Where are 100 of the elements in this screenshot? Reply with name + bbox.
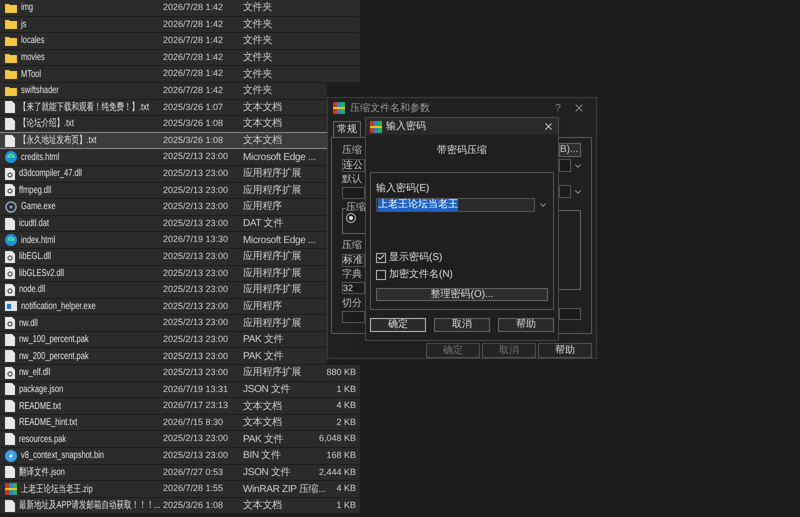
file-row[interactable]: 翻译文件.json 2026/7/27 0:53 JSON 文件 2,444 KB <box>0 464 360 480</box>
file-name: README.txt <box>19 400 62 414</box>
file-date: 2026/7/28 1:42 <box>163 84 224 98</box>
file-date: 2025/2/13 23:00 <box>163 449 230 462</box>
file-name: 【永久地址发布页】.txt <box>19 134 96 148</box>
file-name: libGLESv2.dll <box>19 266 64 281</box>
file-row[interactable]: node.dll 2025/2/13 23:00 应用程序扩展 <box>0 282 327 298</box>
document-icon <box>5 101 15 114</box>
password-field[interactable]: 上老王论坛当老王 <box>376 198 535 212</box>
split-field[interactable] <box>559 308 581 320</box>
file-date: 2026/7/15 8:30 <box>163 416 224 429</box>
file-name: movies <box>21 51 45 66</box>
file-name: nw.dll <box>19 316 38 331</box>
file-row[interactable]: nw_100_percent.pak 2025/2/13 23:00 PAK 文件 <box>0 332 327 348</box>
split-field[interactable] <box>342 311 365 323</box>
radio-button[interactable] <box>346 213 356 223</box>
file-row[interactable]: js 2026/7/28 1:42 文件夹 <box>0 16 360 32</box>
file-date: 2025/2/13 23:00 <box>163 366 230 380</box>
gear-document-icon <box>5 317 15 330</box>
file-row[interactable]: movies 2026/7/28 1:42 文件夹 <box>0 50 360 66</box>
file-name: Game.exe <box>21 200 56 214</box>
file-row[interactable]: README.txt 2026/7/17 23:13 文本文档 4 KB <box>0 398 360 414</box>
file-type: 文件夹 <box>243 68 272 82</box>
archive-name-field[interactable] <box>559 159 571 172</box>
file-row[interactable]: locales 2026/7/28 1:42 文件夹 <box>0 33 360 49</box>
file-size: 6,048 KB <box>318 432 356 446</box>
document-icon <box>5 383 15 396</box>
file-name: nw_200_percent.pak <box>19 350 89 364</box>
file-type: PAK 文件 <box>243 350 284 364</box>
file-row[interactable]: img 2026/7/28 1:42 文件夹 <box>0 0 360 16</box>
gear-document-icon <box>5 366 15 379</box>
file-row[interactable]: 【来了就能下载和观看！纯免费！】.txt 2025/3/26 1:07 文本文档 <box>0 100 327 116</box>
file-row[interactable]: icudtl.dat 2025/2/13 23:00 DAT 文件 <box>0 216 327 232</box>
file-name: icudtl.dat <box>19 217 50 232</box>
file-size: 1 KB <box>336 382 356 396</box>
file-row[interactable]: notification_helper.exe 2025/2/13 23:00 应用程序 <box>0 298 327 314</box>
file-type: 文本文档 <box>243 100 282 115</box>
globe-swirl-icon <box>5 234 17 246</box>
file-type: 文件夹 <box>243 18 272 32</box>
file-type: 文件夹 <box>243 84 272 98</box>
file-row[interactable]: 【永久地址发布页】.txt 2025/3/26 1:08 文本文档 <box>0 132 327 148</box>
dialog-title: 输入密码 <box>386 120 427 134</box>
file-row[interactable]: nw_200_percent.pak 2025/2/13 23:00 PAK 文件 <box>0 348 327 364</box>
file-type: 文本文档 <box>243 134 282 148</box>
document-icon <box>5 134 15 147</box>
file-row[interactable]: 上老王论坛当老王.zip 2026/7/28 1:55 WinRAR ZIP 压缩... 4 KB <box>0 481 360 497</box>
close-icon[interactable] <box>573 102 585 114</box>
file-row[interactable]: libEGL.dll 2025/2/13 23:00 应用程序扩展 <box>0 248 327 264</box>
dialog-button[interactable]: 确定 <box>370 318 426 332</box>
file-row[interactable]: resources.pak 2025/2/13 23:00 PAK 文件 6,048 KB <box>0 431 360 448</box>
dialog-button[interactable]: 帮助 <box>498 318 554 332</box>
archive-name-field[interactable]: 连公 <box>342 159 365 172</box>
file-type: 应用程序扩展 <box>243 250 302 264</box>
file-name: index.html <box>21 234 56 248</box>
file-row[interactable]: swiftshader 2026/7/28 1:42 文件夹 <box>0 82 327 99</box>
file-row[interactable]: nw.dll 2025/2/13 23:00 应用程序扩展 <box>0 315 327 331</box>
file-row[interactable]: MTool 2026/7/28 1:42 文件夹 <box>0 66 360 82</box>
document-icon <box>5 334 15 346</box>
browse-button[interactable]: B)... <box>559 143 582 157</box>
file-row[interactable]: 最新地址及APP请发邮箱自动获取！！！... 2025/3/26 1:08 文本文档 1 KB <box>0 498 360 514</box>
help-button[interactable]: ? <box>548 100 568 116</box>
file-row[interactable]: libGLESv2.dll 2025/2/13 23:00 应用程序扩展 <box>0 266 327 282</box>
file-name: package.json <box>19 382 64 397</box>
dictionary-dropdown[interactable]: 32 <box>342 282 365 294</box>
tab[interactable]: 常规 <box>333 121 361 137</box>
file-row[interactable]: index.html 2026/7/19 13:30 Microsoft Edge ... <box>0 232 327 248</box>
method-dropdown[interactable]: 标准 <box>342 254 365 267</box>
file-row[interactable]: nw_elf.dll 2025/2/13 23:00 应用程序扩展 880 KB <box>0 365 360 381</box>
file-date: 2026/7/28 1:42 <box>163 1 224 14</box>
dialog-button[interactable]: 取消 <box>434 318 490 332</box>
dialog-button[interactable]: 帮助 <box>538 343 592 358</box>
field-label: 输入密码(E) <box>376 182 430 196</box>
file-name: img <box>21 1 34 16</box>
file-date: 2026/7/17 23:13 <box>163 399 230 412</box>
globe-swirl-icon <box>5 151 17 164</box>
file-row[interactable]: package.json 2026/7/19 13:31 JSON 文件 1 KB <box>0 382 360 398</box>
checkbox-label: 加密文件名(N) <box>389 268 453 282</box>
file-row[interactable]: v8_context_snapshot.bin 2025/2/13 23:00 BIN 文件 168 KB <box>0 448 360 464</box>
file-name: v8_context_snapshot.bin <box>21 449 104 464</box>
file-size: 4 KB <box>336 399 356 412</box>
file-row[interactable]: d3dcompiler_47.dll 2025/2/13 23:00 应用程序扩展 <box>0 166 327 182</box>
file-row[interactable]: README_hint.txt 2026/7/15 8:30 文本文档 2 KB <box>0 414 360 430</box>
file-date: 2025/2/13 23:00 <box>163 332 230 346</box>
file-name: credits.html <box>21 150 60 165</box>
close-icon[interactable] <box>543 121 554 132</box>
folder-icon <box>5 19 17 30</box>
file-size: 880 KB <box>326 366 356 380</box>
file-name: 【论坛介绍】.txt <box>19 116 74 132</box>
file-row[interactable]: ffmpeg.dll 2025/2/13 23:00 应用程序扩展 <box>0 182 327 198</box>
manage-passwords-button[interactable]: 整理密码(O)... <box>376 288 548 301</box>
checkbox[interactable] <box>376 252 386 262</box>
file-date: 2025/3/26 1:08 <box>163 498 224 512</box>
file-row[interactable]: Game.exe 2025/2/13 23:00 应用程序 <box>0 199 327 215</box>
dialog-title: 压缩文件名和参数 <box>350 102 431 116</box>
folder-icon <box>5 86 17 96</box>
file-type: WinRAR ZIP 压缩... <box>243 482 326 497</box>
file-row[interactable]: 【论坛介绍】.txt 2025/3/26 1:08 文本文档 <box>0 116 327 132</box>
file-row[interactable]: credits.html 2025/2/13 23:00 Microsoft Edge ... <box>0 149 327 165</box>
file-type: 文本文档 <box>243 400 282 414</box>
checkbox[interactable] <box>376 270 386 280</box>
